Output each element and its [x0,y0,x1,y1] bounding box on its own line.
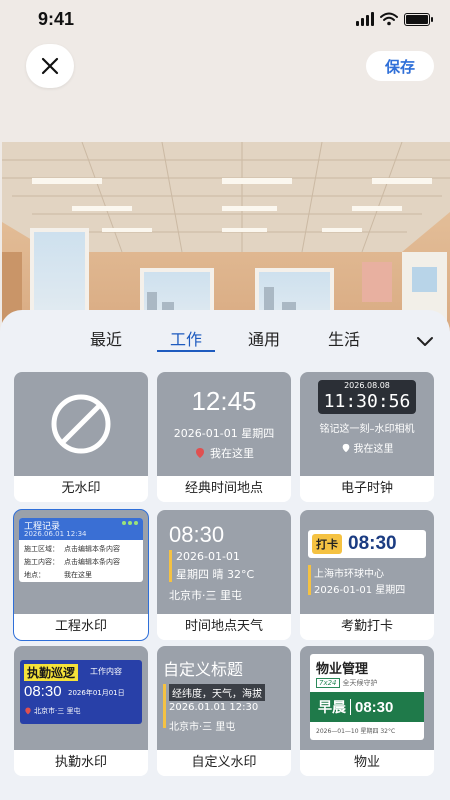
status-dots [122,521,138,525]
card-label: 考勤打卡 [300,614,434,640]
wm-date: 2026-01-01 星期四 [173,427,275,440]
save-button[interactable]: 保存 [366,51,434,81]
watermark-card-custom[interactable]: 自定义标题 经纬度，天气，海拔 2026.01.01 12:30 北京市·三 里… [157,646,291,776]
location-pin-icon [342,443,349,452]
tab-general[interactable]: 通用 [248,326,280,350]
card-label: 物业 [300,750,434,776]
watermark-sheet: 最近 工作 通用 生活 无水印 12:45 2026-01-01 星期四 我在这… [0,310,450,800]
watermark-card-engineering[interactable]: 工程记录 2026.06.01 12:34 施工区域： 点击编辑本条内容 施工内容… [13,509,149,641]
wm-location: 我在这里 [210,447,254,460]
watermark-card-none[interactable]: 无水印 [14,372,148,502]
accent-bar [308,565,311,595]
wm-location: 我在这里 [353,444,394,455]
card-label: 无水印 [14,476,148,502]
wm-date: 2026年01月01日 [68,689,125,697]
wm-shift: 早晨 [318,700,346,716]
wm-eng-row: 施工内容： 点击编辑本条内容 [24,558,120,566]
card-label: 工程水印 [14,614,148,640]
close-button[interactable] [26,44,74,88]
card-label: 经典时间地点 [157,476,291,502]
no-watermark-icon [51,394,111,454]
cellular-signal-icon [356,12,374,26]
card-label: 自定义水印 [157,750,291,776]
watermark-card-attendance[interactable]: 打卡 08:30 上海市环球中心 2026-01-01 星期四 考勤打卡 [300,510,434,640]
wm-property-tag-text: 全天候守护 [342,679,378,687]
wm-punch-badge: 打卡 [312,534,342,554]
watermark-card-property[interactable]: 物业管理 7x24 全天候守护 早晨 08:30 2026—01—10 星期四 … [300,646,434,776]
wm-datetime: 2026.01.01 12:30 [169,702,259,713]
watermark-card-time-location-weather[interactable]: 08:30 2026-01-01 星期四 晴 32°C 北京市·三 里屯 时间地… [157,510,291,640]
chevron-down-icon[interactable] [414,330,436,352]
wm-eng-datetime: 2026.06.01 12:34 [24,530,87,538]
wm-patrol-content: 工作内容 [90,667,122,676]
location-pin-icon [25,707,31,715]
wm-location: 北京市·三 里屯 [169,589,242,602]
wm-location: 北京市·三 里屯 [169,722,236,733]
tab-recent[interactable]: 最近 [90,326,122,350]
status-icons [356,12,433,26]
location-pin-icon [196,448,204,458]
accent-bar [169,550,172,582]
wm-time: 12:45 [191,386,257,416]
wm-eng-row: 地点： 我在这里 [24,571,92,579]
wm-time: 08:30 [169,522,225,547]
wm-slogan: 铭记这一刻–水印相机 [319,424,415,435]
card-label: 执勤水印 [14,750,148,776]
accent-bar [163,684,166,728]
wm-property-tag: 7x24 [316,678,340,688]
wm-coords: 经纬度，天气，海拔 [169,684,265,701]
wm-patrol-title: 执勤巡逻 [24,664,79,681]
wm-time: 08:30 [348,533,397,554]
status-time: 9:41 [38,9,75,29]
wm-custom-title: 自定义标题 [163,660,244,679]
wm-property-title: 物业管理 [316,662,369,677]
card-label: 电子时钟 [300,476,434,502]
wm-location: 上海市环球中心 [314,569,384,580]
wm-weather: 星期四 晴 32°C [176,568,255,581]
watermark-card-patrol[interactable]: 执勤巡逻 工作内容 08:30 2026年01月01日 北京市·三 里屯 执勤水… [14,646,148,776]
watermark-card-digital-clock[interactable]: 2026.08.08 11:30:56 铭记这一刻–水印相机 我在这里 电子时钟 [300,372,434,502]
wifi-icon [380,12,398,26]
wm-date: 2026-01-01 星期四 [314,585,406,596]
battery-icon [404,13,433,26]
wm-clock-date: 2026.08.08 [344,381,390,390]
close-icon [41,57,59,75]
wm-date: 2026-01-01 [176,550,240,563]
wm-time: 08:30 [355,698,394,716]
tab-bar: 最近 工作 通用 生活 [0,324,450,358]
wm-clock-time: 11:30:56 [323,391,411,412]
status-bar: 9:41 [0,0,450,40]
tab-life[interactable]: 生活 [328,326,360,350]
wm-eng-row: 施工区域： 点击编辑本条内容 [24,545,120,553]
wm-footer: 2026—01—10 星期四 32°C [316,728,396,735]
wm-time: 08:30 [24,683,62,700]
card-label: 时间地点天气 [157,614,291,640]
watermark-card-classic-time-location[interactable]: 12:45 2026-01-01 星期四 我在这里 经典时间地点 [157,372,291,502]
tab-work[interactable]: 工作 [170,326,202,350]
wm-location: 北京市·三 里屯 [34,707,81,715]
tab-active-indicator [157,350,215,352]
